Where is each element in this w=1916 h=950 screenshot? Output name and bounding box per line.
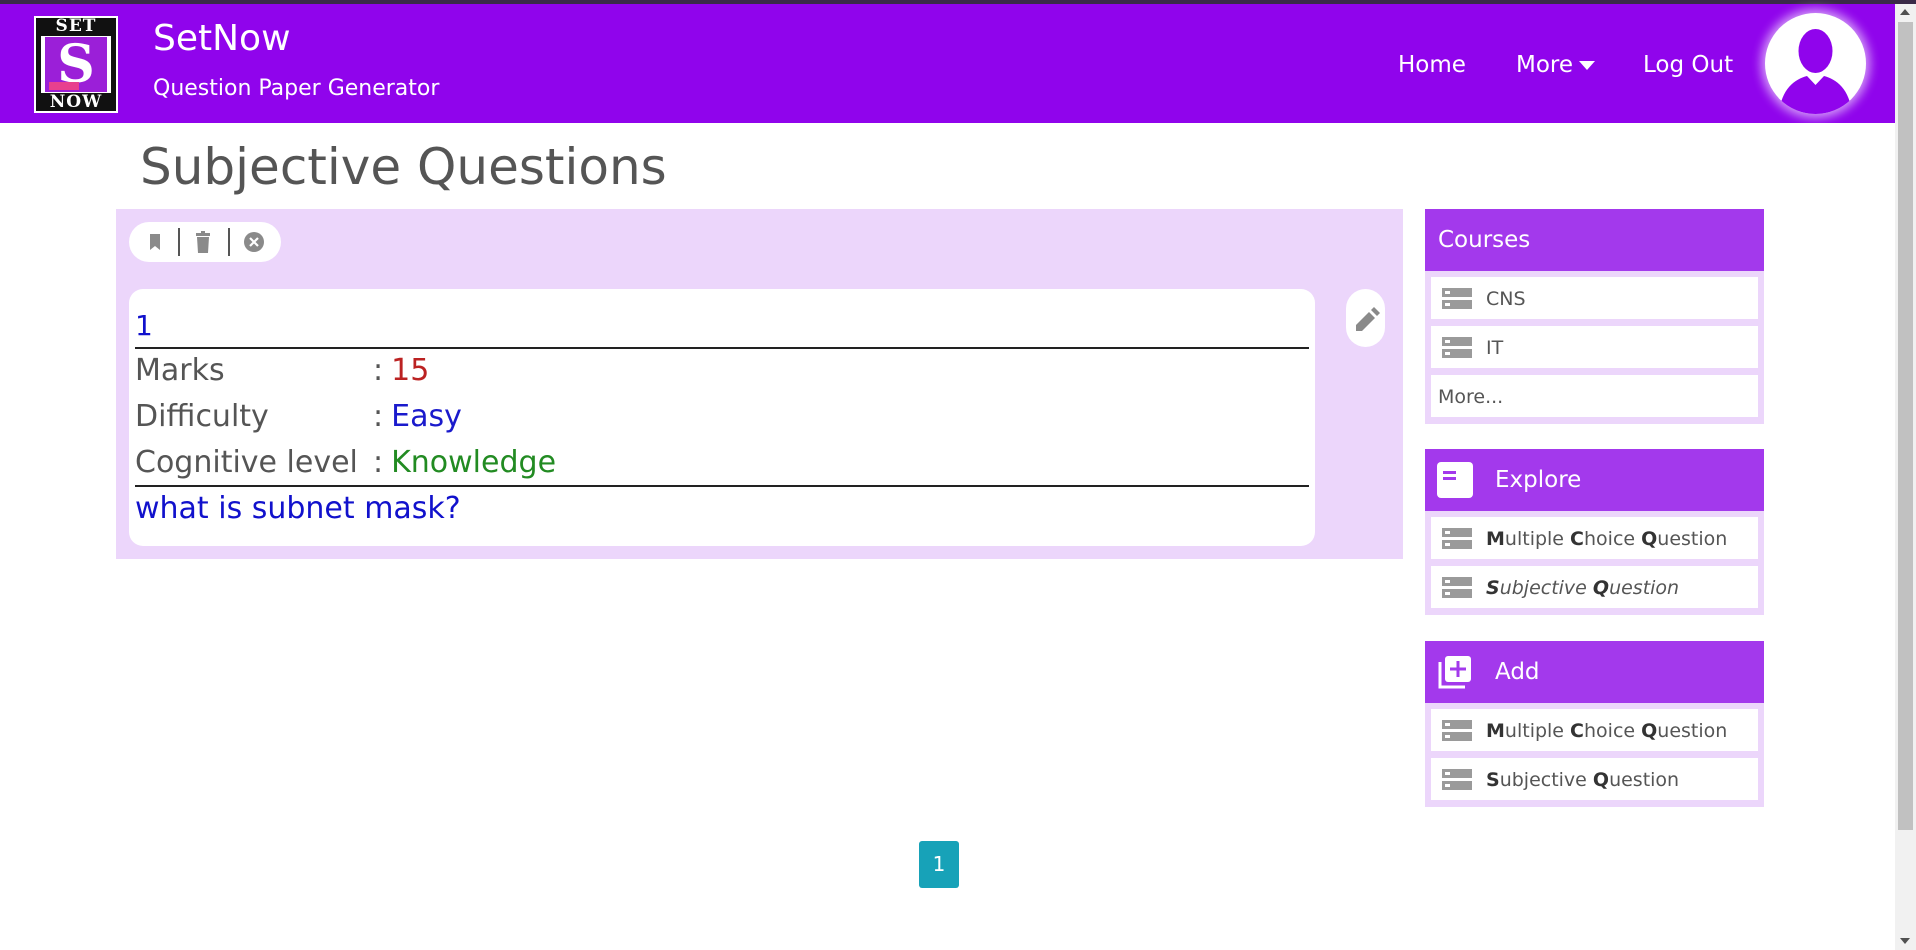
cognitive-level-label: Cognitive level xyxy=(135,445,358,480)
add-title: Add xyxy=(1495,659,1540,685)
toolbar-divider xyxy=(228,228,230,256)
logo-accent-bar xyxy=(49,82,79,90)
question-card: 1 Marks:15 Difficulty: Easy Cognitive lev… xyxy=(129,289,1315,546)
server-icon xyxy=(1442,720,1472,741)
cognitive-level-row: Cognitive level: Knowledge xyxy=(135,445,556,480)
courses-more-label: More... xyxy=(1438,386,1504,408)
logo-text-top: SET xyxy=(55,16,97,36)
navbar: SET S NOW SetNow Question Paper Generato… xyxy=(0,4,1895,123)
course-item-it[interactable]: IT xyxy=(1431,326,1758,368)
add-subjective-link[interactable]: Subjective Question xyxy=(1431,758,1758,800)
divider xyxy=(135,485,1309,487)
question-text: what is subnet mask? xyxy=(135,491,461,526)
setnow-logo[interactable]: SET S NOW xyxy=(34,16,118,113)
server-icon xyxy=(1442,288,1472,309)
explore-mcq-label: Multiple Choice Question xyxy=(1486,528,1728,550)
explore-mcq-link[interactable]: Multiple Choice Question xyxy=(1431,517,1758,559)
server-icon xyxy=(1442,528,1472,549)
pencil-icon xyxy=(1356,307,1380,331)
course-label: IT xyxy=(1486,337,1504,359)
add-panel: Add Multiple Choice Question Subjective … xyxy=(1425,641,1764,807)
marks-value: 15 xyxy=(391,353,430,388)
delete-button[interactable] xyxy=(191,230,215,254)
separator: : xyxy=(373,445,384,480)
bookmark-icon xyxy=(150,234,160,250)
marks-row: Marks:15 xyxy=(135,353,429,388)
cognitive-level-value: Knowledge xyxy=(391,445,557,480)
divider xyxy=(135,347,1309,349)
trash-icon xyxy=(196,231,210,253)
explore-title: Explore xyxy=(1495,467,1582,493)
close-circle-icon xyxy=(244,232,264,252)
add-mcq-label: Multiple Choice Question xyxy=(1486,720,1728,742)
separator: : xyxy=(373,399,384,434)
pagination-page-button[interactable]: 1 xyxy=(919,841,959,888)
marks-label: Marks xyxy=(135,353,225,388)
page-title: Subjective Questions xyxy=(140,138,667,196)
server-icon xyxy=(1442,769,1472,790)
question-panel: 1 Marks:15 Difficulty: Easy Cognitive lev… xyxy=(116,209,1403,559)
scroll-up-arrow-icon[interactable] xyxy=(1900,9,1910,15)
scroll-down-arrow-icon[interactable] xyxy=(1900,938,1910,944)
explore-subjective-label: Subjective Question xyxy=(1486,577,1680,599)
nav-home-link[interactable]: Home xyxy=(1398,52,1466,78)
brand-title[interactable]: SetNow xyxy=(153,18,291,59)
course-item-cns[interactable]: CNS xyxy=(1431,277,1758,319)
server-icon xyxy=(1442,337,1472,358)
courses-title: Courses xyxy=(1438,227,1531,253)
nav-more-label: More xyxy=(1516,52,1574,78)
nav-more-dropdown[interactable]: More xyxy=(1516,52,1596,78)
difficulty-label: Difficulty xyxy=(135,399,269,434)
difficulty-value: Easy xyxy=(391,399,462,434)
question-number: 1 xyxy=(135,309,153,342)
add-mcq-link[interactable]: Multiple Choice Question xyxy=(1431,709,1758,751)
courses-header: Courses xyxy=(1425,209,1764,271)
vertical-scrollbar[interactable] xyxy=(1895,4,1916,950)
difficulty-row: Difficulty: Easy xyxy=(135,399,462,434)
bookmark-button[interactable] xyxy=(143,230,167,254)
remove-button[interactable] xyxy=(242,230,266,254)
scrollbar-thumb[interactable] xyxy=(1898,22,1913,830)
nav-logout-link[interactable]: Log Out xyxy=(1643,52,1733,78)
add-subjective-label: Subjective Question xyxy=(1486,769,1680,791)
courses-more-link[interactable]: More... xyxy=(1431,375,1758,417)
explore-subjective-link[interactable]: Subjective Question xyxy=(1431,566,1758,608)
edit-question-button[interactable] xyxy=(1346,289,1385,347)
brand-subtitle: Question Paper Generator xyxy=(153,76,440,101)
book-icon xyxy=(1437,462,1473,498)
toolbar-divider xyxy=(178,228,180,256)
caret-down-icon xyxy=(1579,61,1596,70)
add-header: Add xyxy=(1425,641,1764,703)
explore-panel: Explore Multiple Choice Question Subject… xyxy=(1425,449,1764,615)
server-icon xyxy=(1442,577,1472,598)
add-library-icon xyxy=(1438,656,1471,689)
question-toolbar xyxy=(129,222,281,262)
user-avatar[interactable] xyxy=(1765,13,1866,114)
explore-header: Explore xyxy=(1425,449,1764,511)
separator: : xyxy=(373,353,384,388)
logo-text-bottom: NOW xyxy=(49,92,103,112)
course-label: CNS xyxy=(1486,288,1526,310)
user-silhouette-icon xyxy=(1779,29,1852,114)
courses-panel: Courses CNS IT More... xyxy=(1425,209,1764,424)
